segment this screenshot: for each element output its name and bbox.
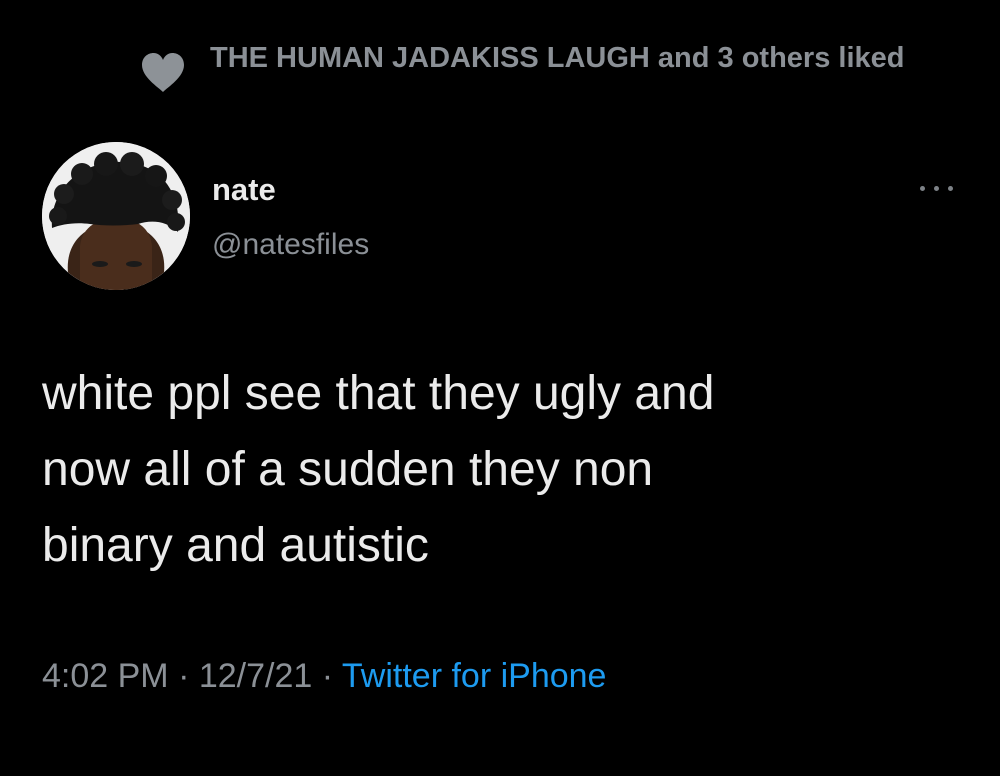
avatar[interactable] — [42, 142, 190, 290]
meta-separator: · — [168, 657, 199, 695]
tweet-source-link[interactable]: Twitter for iPhone — [342, 657, 607, 695]
heart-icon — [140, 52, 186, 94]
tweet-date[interactable]: 12/7/21 — [199, 657, 312, 695]
social-context-text[interactable]: THE HUMAN JADAKISS LAUGH and 3 others li… — [210, 36, 910, 80]
more-horizontal-icon — [920, 186, 925, 191]
tweet-text: white ppl see that they ugly and now all… — [42, 367, 715, 572]
author-handle[interactable]: @natesfiles — [212, 225, 369, 265]
meta-separator: · — [312, 657, 342, 695]
more-options-button[interactable] — [912, 174, 962, 202]
tweet-card: THE HUMAN JADAKISS LAUGH and 3 others li… — [0, 0, 1000, 776]
author-display-name[interactable]: nate — [212, 170, 276, 210]
tweet-metadata: 4:02 PM · 12/7/21 · Twitter for iPhone — [42, 652, 606, 700]
tweet-time[interactable]: 4:02 PM — [42, 657, 169, 695]
social-context: THE HUMAN JADAKISS LAUGH and 3 others li… — [140, 36, 920, 126]
